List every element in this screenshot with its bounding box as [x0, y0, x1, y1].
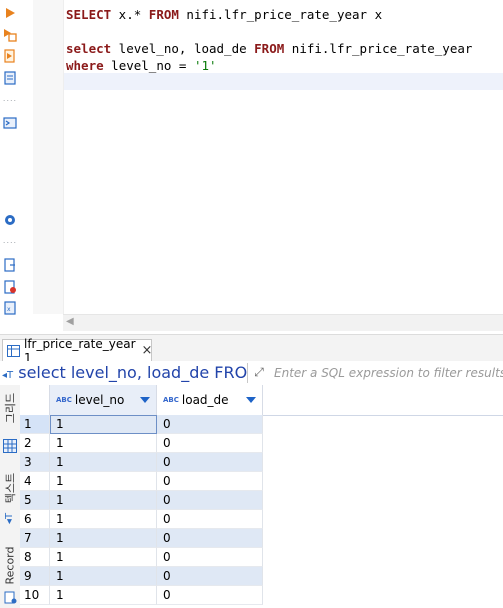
row-number[interactable]: 1 — [20, 415, 50, 434]
row-number[interactable]: 3 — [20, 453, 50, 472]
column-header-level-no[interactable]: ABC level_no — [50, 385, 157, 415]
table-row[interactable]: 110 — [20, 415, 263, 434]
row-number[interactable]: 2 — [20, 434, 50, 453]
toolbar-separator-2: .... — [2, 236, 18, 245]
cell-level-no[interactable]: 1 — [50, 434, 157, 453]
row-number[interactable]: 6 — [20, 510, 50, 529]
scroll-left-arrow-icon[interactable]: ◀ — [66, 316, 78, 328]
table-row[interactable]: 910 — [20, 567, 263, 586]
view-mode-tabs: 그리드 텍스트 ◂T Record — [0, 385, 21, 608]
filter-divider — [247, 363, 248, 383]
table-row[interactable]: 810 — [20, 548, 263, 567]
toolbar-separator: .... — [2, 94, 18, 103]
string-type-icon: ABC — [163, 396, 179, 404]
cell-load-de[interactable]: 0 — [157, 586, 263, 605]
record-icon[interactable] — [0, 588, 20, 606]
cell-load-de[interactable]: 0 — [157, 567, 263, 586]
sort-arrow-icon[interactable] — [246, 397, 256, 403]
table-icon — [7, 344, 20, 357]
explain-plan-icon[interactable] — [2, 70, 18, 86]
code-line[interactable] — [66, 23, 503, 40]
cell-load-de[interactable]: 0 — [157, 491, 263, 510]
filter-input[interactable] — [270, 361, 503, 385]
code-line[interactable]: select level_no, load_de FROM nifi.lfr_p… — [66, 40, 503, 57]
row-number[interactable]: 4 — [20, 472, 50, 491]
row-number[interactable]: 10 — [20, 586, 50, 605]
cell-load-de[interactable]: 0 — [157, 510, 263, 529]
row-number-header — [20, 385, 50, 415]
cell-load-de[interactable]: 0 — [157, 453, 263, 472]
cell-level-no[interactable]: 1 — [50, 415, 157, 434]
execute-script-icon[interactable] — [2, 27, 18, 43]
table-row[interactable]: 10 1 0 — [20, 586, 263, 605]
sql-text-icon: ◂T — [2, 370, 14, 381]
cell-load-de[interactable]: 0 — [157, 472, 263, 491]
grid-icon[interactable] — [0, 435, 20, 457]
svg-text:x: x — [7, 306, 11, 313]
code-line[interactable]: where level_no = '1' — [66, 57, 503, 74]
new-script-icon[interactable] — [2, 279, 18, 295]
code-line[interactable]: SELECT x.* FROM nifi.lfr_price_rate_year… — [66, 6, 503, 23]
cell-load-de[interactable]: 0 — [157, 415, 263, 434]
expand-icon[interactable]: ⤢ — [251, 364, 267, 380]
cell-load-de[interactable]: 0 — [157, 548, 263, 567]
table-row[interactable]: 210 — [20, 434, 263, 453]
sql-file-icon[interactable]: x — [2, 300, 18, 316]
execute-new-tab-icon[interactable] — [2, 48, 18, 64]
column-header-load-de[interactable]: ABC load_de — [157, 385, 263, 415]
filter-query-label: ◂T select level_no, load_de FROM nifi.lf… — [2, 363, 248, 382]
line-number-gutter — [33, 0, 64, 314]
text-view-icon[interactable]: ◂T — [0, 509, 20, 527]
cell-load-de[interactable]: 0 — [157, 529, 263, 548]
cell-level-no[interactable]: 1 — [50, 453, 157, 472]
row-number[interactable]: 8 — [20, 548, 50, 567]
cell-level-no[interactable]: 1 — [50, 510, 157, 529]
table-row[interactable]: 410 — [20, 472, 263, 491]
table-row[interactable]: 710 — [20, 529, 263, 548]
cell-level-no[interactable]: 1 — [50, 529, 157, 548]
tab-grid-view[interactable]: 그리드 — [0, 393, 20, 423]
tab-text-view[interactable]: 텍스트 — [0, 471, 20, 505]
close-icon[interactable]: × — [142, 343, 153, 358]
cell-level-no[interactable]: 1 — [50, 472, 157, 491]
cell-level-no[interactable]: 1 — [50, 548, 157, 567]
table-row[interactable]: 310 — [20, 453, 263, 472]
table-row[interactable]: 610 — [20, 510, 263, 529]
sort-arrow-icon[interactable] — [140, 397, 150, 403]
cell-load-de[interactable]: 0 — [157, 434, 263, 453]
cell-level-no[interactable]: 1 — [50, 491, 157, 510]
row-number[interactable]: 5 — [20, 491, 50, 510]
settings-gear-icon[interactable] — [2, 212, 18, 228]
string-type-icon: ABC — [56, 396, 72, 404]
cell-level-no[interactable]: 1 — [50, 567, 157, 586]
export-icon[interactable] — [2, 257, 18, 273]
table-row[interactable]: 510 — [20, 491, 263, 510]
execute-statement-icon[interactable] — [2, 5, 18, 21]
code-text[interactable]: SELECT x.* FROM nifi.lfr_price_rate_year… — [66, 6, 503, 91]
editor-toolbar: .... .... x — [0, 0, 20, 334]
tab-record-view[interactable]: Record — [0, 543, 20, 587]
cell-level-no[interactable]: 1 — [50, 586, 157, 605]
terminal-icon[interactable] — [2, 115, 18, 131]
code-line[interactable] — [66, 74, 503, 91]
tab-results[interactable]: lfr_price_rate_year 1 × — [2, 337, 153, 365]
row-number[interactable]: 7 — [20, 529, 50, 548]
editor-horizontal-scrollbar[interactable] — [63, 314, 503, 331]
row-number[interactable]: 9 — [20, 567, 50, 586]
